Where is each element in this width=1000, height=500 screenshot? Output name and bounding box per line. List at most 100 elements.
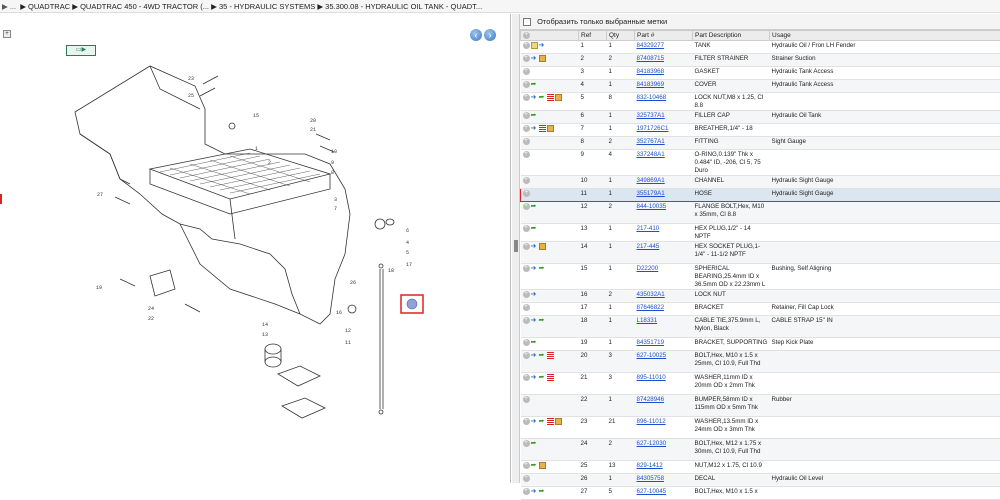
table-row[interactable]: +➦61325737A1FILLER CAPHydraulic Oil Tank <box>521 111 1000 124</box>
info-arrow-icon[interactable]: ➜ <box>531 243 538 250</box>
add-icon[interactable]: + <box>523 190 530 197</box>
row-icons[interactable]: +➜➦ <box>521 417 579 439</box>
row-icons[interactable]: +➜ <box>521 124 579 137</box>
add-icon[interactable]: + <box>523 304 530 311</box>
row-icons[interactable]: + <box>521 67 579 80</box>
go-arrow-icon[interactable]: ➦ <box>531 203 538 210</box>
go-arrow-icon[interactable]: ➦ <box>539 317 546 324</box>
row-icons[interactable]: +➜➦ <box>521 373 579 395</box>
breadcrumb-home[interactable]: ▶ ... <box>2 2 16 11</box>
add-icon[interactable]: + <box>523 203 530 210</box>
cell-part[interactable]: 832-10468 <box>635 93 693 111</box>
row-icons[interactable]: +➜➦ <box>521 487 579 500</box>
add-icon[interactable]: + <box>523 475 530 482</box>
info-arrow-icon[interactable]: ➜ <box>531 265 538 272</box>
cell-part[interactable]: 84183968 <box>635 67 693 80</box>
package-icon[interactable] <box>539 55 546 62</box>
go-arrow-icon[interactable]: ➦ <box>531 339 538 346</box>
go-arrow-icon[interactable]: ➦ <box>539 352 546 359</box>
add-icon[interactable]: + <box>523 339 530 346</box>
row-icons[interactable]: +➜ <box>521 54 579 67</box>
table-row[interactable]: +94337248A1O-RING,0.139" Thk x 0.484" ID… <box>521 150 1000 176</box>
info-arrow-icon[interactable]: ➜ <box>531 291 538 298</box>
go-arrow-icon[interactable]: ➦ <box>539 265 546 272</box>
row-icons[interactable]: +➜➦ <box>521 316 579 338</box>
splitter-handle-icon[interactable] <box>514 240 518 252</box>
row-icons[interactable]: + <box>521 303 579 316</box>
breadcrumb-item-hydraulic-systems[interactable]: ▶ 35 - HYDRAULIC SYSTEMS <box>211 2 315 11</box>
cell-part[interactable]: 84183969 <box>635 80 693 93</box>
cell-part[interactable]: 349869A1 <box>635 176 693 189</box>
table-row[interactable]: +➜➦203627-10025BOLT,Hex, M10 x 1.5 x 25m… <box>521 351 1000 373</box>
add-icon[interactable]: + <box>523 112 530 119</box>
add-icon[interactable]: + <box>523 265 530 272</box>
table-row[interactable]: +➜162435032A1LOCK NUT <box>521 290 1000 303</box>
row-icons[interactable]: +➦ <box>521 111 579 124</box>
note-icon[interactable] <box>531 42 538 49</box>
breadcrumb-item-oil-tank[interactable]: ▶ 35.300.08 - HYDRAULIC OIL TANK - QUADT… <box>317 2 482 11</box>
add-icon[interactable]: + <box>523 125 530 132</box>
add-icon[interactable]: + <box>523 81 530 88</box>
add-icon[interactable]: + <box>523 396 530 403</box>
cell-part[interactable]: 1971726C1 <box>635 124 693 137</box>
row-icons[interactable]: + <box>521 474 579 487</box>
breadcrumb-item-quadtrac[interactable]: ▶ QUADTRAC <box>20 2 70 11</box>
go-arrow-icon[interactable]: ➦ <box>531 440 538 447</box>
cell-part[interactable]: 844-10035 <box>635 202 693 224</box>
cell-part[interactable]: 627-12030 <box>635 439 693 461</box>
go-arrow-icon[interactable]: ➦ <box>531 225 538 232</box>
add-icon[interactable]: + <box>523 418 530 425</box>
table-row[interactable]: +➜711971726C1BREATHER,1/4" - 18 <box>521 124 1000 137</box>
header-ref[interactable]: Ref <box>579 31 607 41</box>
info-arrow-icon[interactable]: ➜ <box>531 55 538 62</box>
cell-part[interactable]: 217-410 <box>635 224 693 242</box>
add-icon[interactable]: + <box>523 374 530 381</box>
header-icons[interactable]: + <box>521 31 579 41</box>
cell-part[interactable]: 337248A1 <box>635 150 693 176</box>
table-row[interactable]: +➜2287408715FILTER STRAINERStrainer Suct… <box>521 54 1000 67</box>
add-icon[interactable]: + <box>523 488 530 495</box>
cell-part[interactable]: 217-445 <box>635 242 693 264</box>
cell-part[interactable]: 87408715 <box>635 54 693 67</box>
row-icons[interactable]: + <box>521 395 579 417</box>
info-arrow-icon[interactable]: ➜ <box>531 317 538 324</box>
row-icons[interactable]: +➦ <box>521 224 579 242</box>
add-icon[interactable]: + <box>523 225 530 232</box>
row-icons[interactable]: +➦ <box>521 338 579 351</box>
table-row[interactable]: +➜➦151D22200SPHERICAL BEARING,25.4mm ID … <box>521 264 1000 290</box>
row-icons[interactable]: +➜➦ <box>521 93 579 111</box>
row-icons[interactable]: +➜ <box>521 242 579 264</box>
add-icon[interactable]: + <box>523 462 530 469</box>
list-icon[interactable] <box>547 352 554 359</box>
table-row[interactable]: +➜141217-445HEX SOCKET PLUG,1-1/4" - 11-… <box>521 242 1000 264</box>
cell-part[interactable]: 325737A1 <box>635 111 693 124</box>
add-icon[interactable]: + <box>523 68 530 75</box>
add-icon[interactable]: + <box>523 151 530 158</box>
go-arrow-icon[interactable]: ➦ <box>539 94 546 101</box>
row-icons[interactable]: +➦ <box>521 80 579 93</box>
go-arrow-icon[interactable]: ➦ <box>531 81 538 88</box>
add-icon[interactable]: + <box>523 440 530 447</box>
info-arrow-icon[interactable]: ➜ <box>531 418 538 425</box>
table-row[interactable]: +111355179A1HOSEHydraulic Sight Gauge <box>521 189 1000 202</box>
package-icon[interactable] <box>539 243 546 250</box>
cell-part[interactable]: 829-1412 <box>635 461 693 474</box>
diagram-panel[interactable]: + ▭▶ ‹ › <box>0 14 511 483</box>
package-icon[interactable] <box>555 94 562 101</box>
cell-part[interactable]: 435032A1 <box>635 290 693 303</box>
cell-part[interactable]: 355179A1 <box>635 189 693 202</box>
info-arrow-icon[interactable]: ➜ <box>531 94 538 101</box>
cell-part[interactable]: 84351719 <box>635 338 693 351</box>
table-row[interactable]: +➦131217-410HEX PLUG,1/2" - 14 NPTF <box>521 224 1000 242</box>
info-arrow-icon[interactable]: ➜ <box>531 488 538 495</box>
row-icons[interactable]: +➜ <box>521 290 579 303</box>
row-icons[interactable]: +➜➦ <box>521 351 579 373</box>
row-icons[interactable]: +➜ <box>521 41 579 54</box>
table-row[interactable]: +➜➦275627-10045BOLT,Hex, M10 x 1.5 x <box>521 487 1000 500</box>
cell-part[interactable]: D22200 <box>635 264 693 290</box>
info-arrow-icon[interactable]: ➜ <box>539 42 546 49</box>
cell-part[interactable]: 895-11010 <box>635 373 693 395</box>
go-arrow-icon[interactable]: ➦ <box>531 112 538 119</box>
table-row[interactable]: +➦122844-10035FLANGE BOLT,Hex, M10 x 35m… <box>521 202 1000 224</box>
add-icon[interactable]: + <box>523 94 530 101</box>
